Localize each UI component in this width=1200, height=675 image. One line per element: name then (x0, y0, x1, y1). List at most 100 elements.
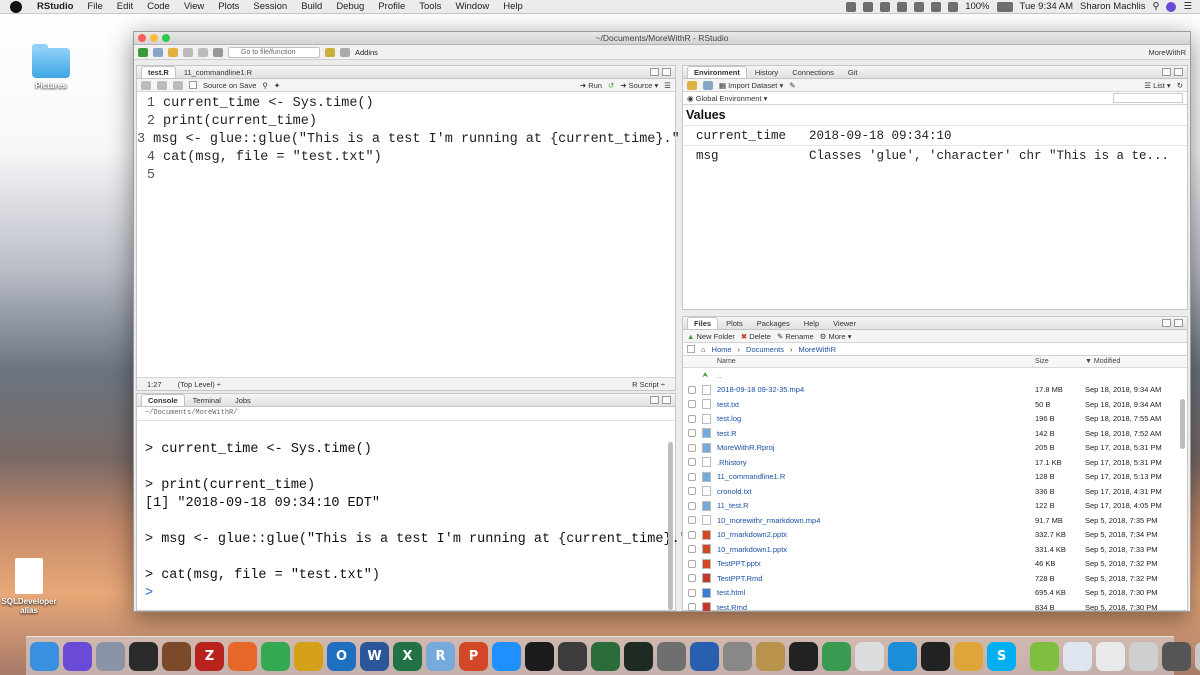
file-name[interactable]: .Rhistory (717, 458, 1035, 467)
menu-tools[interactable]: Tools (412, 1, 448, 12)
file-checkbox[interactable] (688, 530, 696, 539)
scope-selector[interactable]: (Top Level) ÷ (178, 380, 221, 389)
file-name[interactable]: 11_commandline1.R (717, 472, 1035, 481)
file-row[interactable]: .Rhistory 17.1 KB Sep 17, 2018, 5:31 PM (683, 455, 1187, 470)
dock-screen-icon[interactable] (1162, 641, 1191, 671)
desktop-pictures-folder[interactable]: Pictures (28, 44, 74, 90)
dock-docs-icon[interactable] (1063, 641, 1092, 671)
status-tray-icon[interactable] (914, 1, 925, 12)
siri-icon[interactable] (1166, 1, 1177, 12)
dock-app-s-icon[interactable] (558, 641, 587, 671)
environment-search-input[interactable] (1113, 93, 1183, 103)
select-all-checkbox[interactable] (687, 345, 695, 353)
minimize-pane-icon[interactable] (1162, 319, 1171, 327)
menu-debug[interactable]: Debug (329, 1, 371, 12)
dock-rstudio-icon[interactable]: R (426, 641, 455, 671)
tab-jobs[interactable]: Jobs (229, 395, 257, 406)
menu-rstudio[interactable]: RStudio (30, 1, 80, 12)
menu-help[interactable]: Help (496, 1, 530, 12)
file-checkbox[interactable] (688, 443, 696, 452)
status-tray-icon[interactable] (880, 1, 891, 12)
dock-siri-icon[interactable] (63, 641, 92, 671)
pane-window-controls[interactable] (1162, 68, 1183, 76)
file-checkbox[interactable] (688, 545, 696, 554)
addins-menu[interactable]: Addins (355, 48, 378, 57)
menu-edit[interactable]: Edit (110, 1, 140, 12)
file-row[interactable]: test.R 142 B Sep 18, 2018, 7:52 AM (683, 426, 1187, 441)
menu-session[interactable]: Session (246, 1, 294, 12)
minimize-pane-icon[interactable] (650, 396, 659, 404)
file-row[interactable]: 10_rmarkdown1.pptx 331.4 KB Sep 5, 2018, 7… (683, 542, 1187, 557)
dock-trash-icon[interactable] (1195, 641, 1200, 671)
dock-safari-icon[interactable] (492, 641, 521, 671)
file-name[interactable]: cronold.txt (717, 487, 1035, 496)
status-tray-icon[interactable] (863, 1, 874, 12)
file-row[interactable]: cronold.txt 336 B Sep 17, 2018, 4:31 PM (683, 484, 1187, 499)
new-file-icon[interactable] (138, 47, 148, 57)
goto-file-input[interactable]: Go to file/function (228, 46, 320, 58)
source-on-save-checkbox[interactable] (189, 81, 197, 89)
menu-code[interactable]: Code (140, 1, 177, 12)
file-row[interactable]: test.html 695.4 KB Sep 5, 2018, 7:30 PM (683, 586, 1187, 601)
tab-git[interactable]: Git (842, 67, 864, 78)
file-name[interactable]: 11_test.R (717, 501, 1035, 510)
file-row[interactable]: test.txt 50 B Sep 18, 2018, 9:34 AM (683, 397, 1187, 412)
dock-xcode-icon[interactable] (690, 641, 719, 671)
dock-launchpad-icon[interactable] (96, 641, 125, 671)
file-checkbox[interactable] (688, 414, 696, 423)
file-row[interactable]: 11_test.R 122 B Sep 17, 2018, 4:05 PM (683, 499, 1187, 514)
dock-system-prefs-icon[interactable] (657, 641, 686, 671)
tab-files[interactable]: Files (687, 317, 719, 329)
console-output[interactable]: > current_time <- Sys.time() > print(cur… (137, 423, 696, 610)
dock-chrome-icon[interactable] (261, 641, 290, 671)
list-view-selector[interactable]: ☰ List ▾ (1144, 81, 1170, 90)
tab-terminal[interactable]: Terminal (187, 395, 227, 406)
file-checkbox[interactable] (688, 588, 696, 597)
tab-console[interactable]: Console (141, 394, 185, 406)
tab-history[interactable]: History (749, 67, 784, 78)
dock-activity-monitor-icon[interactable] (624, 641, 653, 671)
file-row[interactable]: TestPPT.pptx 46 KB Sep 5, 2018, 7:32 PM (683, 557, 1187, 572)
dock-outlook-icon[interactable]: O (327, 641, 356, 671)
dock-excel-icon[interactable]: X (393, 641, 422, 671)
file-name[interactable]: 10_morewithr_rmarkdown.mp4 (717, 516, 1035, 525)
dock-app-blue-icon[interactable] (888, 641, 917, 671)
file-checkbox[interactable] (688, 501, 696, 510)
apple-icon[interactable] (10, 0, 22, 13)
breadcrumb-documents[interactable]: Documents (746, 345, 784, 354)
dock-clock-icon[interactable] (756, 641, 785, 671)
dock-firefox-icon[interactable] (228, 641, 257, 671)
file-checkbox[interactable] (688, 458, 696, 467)
source-button[interactable]: ➜ Source ▾ (620, 81, 658, 90)
maximize-pane-icon[interactable] (1174, 68, 1183, 76)
environment-scope-selector[interactable]: ◉ Global Environment ▾ (687, 94, 767, 103)
dock-app-yellow-icon[interactable] (294, 641, 323, 671)
pane-window-controls[interactable] (1162, 319, 1183, 327)
project-menu[interactable]: MoreWithR (1148, 48, 1186, 57)
file-name[interactable]: test.Rmd (717, 603, 1035, 611)
home-icon[interactable]: ⌂ (701, 345, 706, 354)
file-name[interactable]: test.log (717, 414, 1035, 423)
volume-icon[interactable] (948, 1, 959, 12)
file-row[interactable]: 2018-09-18 09-32-35.mp4 17.8 MB Sep 18, 20… (683, 383, 1187, 398)
tab-viewer[interactable]: Viewer (827, 318, 862, 329)
file-checkbox[interactable] (688, 400, 696, 409)
dock-notes-icon[interactable] (855, 641, 884, 671)
new-folder-button[interactable]: ▲ New Folder (687, 332, 735, 341)
dock-word-icon[interactable]: W (360, 641, 389, 671)
dock-app-brown-icon[interactable] (162, 641, 191, 671)
dock-globe-icon[interactable] (822, 641, 851, 671)
minimize-pane-icon[interactable] (650, 68, 659, 76)
print-icon[interactable] (213, 47, 223, 57)
dock-terminal-icon[interactable] (525, 641, 554, 671)
files-scrollbar[interactable] (1180, 399, 1185, 449)
file-checkbox[interactable] (688, 472, 696, 481)
file-checkbox[interactable] (688, 574, 696, 583)
menu-view[interactable]: View (177, 1, 211, 12)
pane-window-controls[interactable] (650, 396, 671, 404)
breadcrumb-morewithr[interactable]: MoreWithR (798, 345, 836, 354)
load-workspace-icon[interactable] (687, 80, 697, 90)
rename-button[interactable]: ✎ Rename (777, 332, 814, 341)
save-workspace-icon[interactable] (703, 80, 713, 90)
file-name[interactable]: TestPPT.Rmd (717, 574, 1035, 583)
